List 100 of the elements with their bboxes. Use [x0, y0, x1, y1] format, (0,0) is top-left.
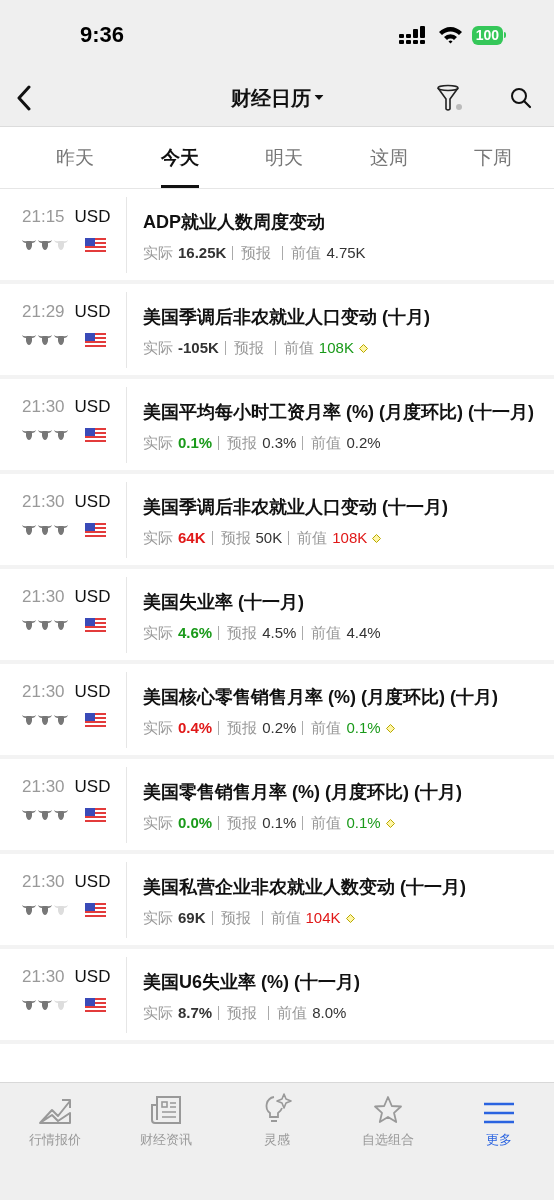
- metric-label: 预报: [227, 433, 258, 453]
- bull-icon: [54, 809, 68, 821]
- event-time: 21:30: [22, 492, 65, 512]
- wifi-icon: [437, 26, 463, 44]
- metric-label: 预报: [227, 813, 258, 833]
- metric-label: 实际: [143, 1003, 173, 1023]
- event-row[interactable]: 21:30 USD 美国失业率 (十一月) 实际 4.6% 预报 4.5% 前值 4.4%: [0, 569, 554, 664]
- flag-icon: [85, 713, 106, 727]
- back-icon[interactable]: [16, 85, 32, 111]
- metric-value: 50K: [255, 528, 283, 548]
- event-title: 美国零售销售月率 (%) (月度环比) (十月): [143, 781, 463, 804]
- metric-value: 0.1%: [346, 718, 381, 738]
- metric-value: 0.0%: [178, 813, 213, 833]
- metric-value: 69K: [178, 908, 206, 928]
- bull-icon: [22, 809, 36, 821]
- event-title: 美国失业率 (十一月): [143, 591, 305, 614]
- metric-label: 实际: [143, 813, 173, 833]
- bull-icon: [22, 999, 36, 1011]
- bull-icon: [54, 999, 68, 1011]
- title-dropdown[interactable]: 财经日历: [230, 84, 324, 112]
- metric-label: 实际: [143, 433, 173, 453]
- metric-label: 预报: [241, 243, 272, 263]
- metric-label: 前值: [311, 813, 342, 833]
- day-tab[interactable]: 这周: [369, 127, 408, 188]
- day-tab[interactable]: 昨天: [56, 127, 94, 188]
- day-tab[interactable]: 今天: [160, 127, 199, 188]
- metric-value: 4.5%: [262, 623, 297, 643]
- event-row[interactable]: 21:30 USD 美国零售销售月率 (%) (月度环比) (十月) 实际 0.0% 预报 0.1% 前值 0.1%: [0, 759, 554, 854]
- event-title: 美国核心零售销售月率 (%) (月度环比) (十月): [143, 686, 499, 709]
- event-row[interactable]: 21:30 USD 美国核心零售销售月率 (%) (月度环比) (十月) 实际 0.4% 预报 0.2% 前值 0.1%: [0, 664, 554, 759]
- metric-label: 前值: [311, 623, 342, 643]
- bull-icon: [54, 524, 68, 536]
- metric-value: 0.1%: [346, 813, 381, 833]
- bull-icon: [38, 334, 52, 346]
- currency-code: USD: [74, 587, 111, 607]
- metric-label: 前值: [311, 433, 342, 453]
- bull-icon: [38, 619, 52, 631]
- flag-icon: [85, 618, 106, 632]
- flag-icon: [85, 808, 106, 822]
- bull-icon: [22, 714, 36, 726]
- event-row[interactable]: 21:29 USD 美国季调后非农就业人口变动 (十月) 实际 -105K 预报 前值 108K: [0, 284, 554, 379]
- bull-icon: [22, 524, 36, 536]
- bull-icon: [38, 429, 52, 441]
- event-title: 美国平均每小时工资月率 (%) (月度环比) (十一月): [143, 401, 535, 424]
- event-row[interactable]: 21:30 USD 美国私营企业非农就业人数变动 (十一月) 实际 69K 预报 前值 104K: [0, 854, 554, 949]
- newspaper-icon: [150, 1095, 183, 1125]
- event-time: 21:15: [22, 207, 65, 227]
- event-time: 21:30: [22, 397, 65, 417]
- metric-label: 前值: [297, 528, 328, 548]
- event-row[interactable]: 21:30 USD 美国平均每小时工资月率 (%) (月度环比) (十一月) 实际 0.1% 预报 0.3% 前值 0.2%: [0, 379, 554, 474]
- metric-label: 前值: [311, 718, 342, 738]
- metric-value: 108K: [318, 338, 354, 358]
- metric-value: 64K: [178, 528, 206, 548]
- metric-label: 预报: [227, 718, 258, 738]
- event-time: 21:30: [22, 872, 65, 892]
- caret-icon: [314, 95, 324, 101]
- event-title: ADP就业人数周度变动: [143, 211, 326, 234]
- metric-value: 104K: [305, 908, 341, 928]
- currency-code: USD: [74, 872, 111, 892]
- currency-code: USD: [74, 777, 111, 797]
- metric-value: 108K: [332, 528, 368, 548]
- metric-label: 实际: [143, 528, 173, 548]
- metric-label: 预报: [220, 528, 251, 548]
- currency-code: USD: [74, 682, 111, 702]
- flag-icon: [85, 238, 106, 252]
- metric-label: 预报: [220, 908, 251, 928]
- event-time: 21:29: [22, 302, 65, 322]
- metric-value: 16.25K: [178, 243, 227, 263]
- flag-icon: [85, 523, 106, 537]
- metric-label: 实际: [143, 623, 173, 643]
- event-row[interactable]: 21:15 USD ADP就业人数周度变动 实际 16.25K 预报 前值 4.75K: [0, 189, 554, 284]
- status-time: 9:36: [80, 22, 125, 48]
- currency-code: USD: [74, 207, 111, 227]
- bull-icon: [22, 239, 36, 251]
- currency-code: USD: [74, 302, 111, 322]
- metric-label: 前值: [277, 1003, 308, 1023]
- metric-label: 实际: [143, 718, 173, 738]
- metric-value: 4.75K: [326, 243, 366, 263]
- search-icon[interactable]: [510, 87, 532, 109]
- day-tab[interactable]: 下周: [474, 127, 512, 188]
- metric-value: 0.4%: [178, 718, 213, 738]
- currency-code: USD: [74, 492, 111, 512]
- metric-label: 预报: [227, 1003, 258, 1023]
- event-time: 21:30: [22, 587, 65, 607]
- day-tab[interactable]: 明天: [265, 127, 303, 188]
- metric-value: 0.1%: [262, 813, 297, 833]
- bull-icon: [54, 619, 68, 631]
- bull-icon: [38, 809, 52, 821]
- event-row[interactable]: 21:30 USD 美国U6失业率 (%) (十一月) 实际 8.7% 预报 前值 8.0%: [0, 949, 554, 1044]
- metric-label: 实际: [143, 338, 173, 358]
- metric-label: 前值: [291, 243, 322, 263]
- bull-icon: [54, 429, 68, 441]
- bull-icon: [38, 524, 52, 536]
- event-row[interactable]: 21:30 USD 美国季调后非农就业人口变动 (十一月) 实际 64K 预报 50K 前值 108K: [0, 474, 554, 569]
- metric-value: 8.0%: [312, 1003, 347, 1023]
- metric-value: -105K: [178, 338, 219, 358]
- bottom-tab[interactable]: 更多: [448, 1093, 549, 1149]
- event-title: 美国私营企业非农就业人数变动 (十一月): [143, 876, 467, 899]
- metric-label: 预报: [227, 623, 258, 643]
- event-title: 美国季调后非农就业人口变动 (十一月): [143, 496, 449, 519]
